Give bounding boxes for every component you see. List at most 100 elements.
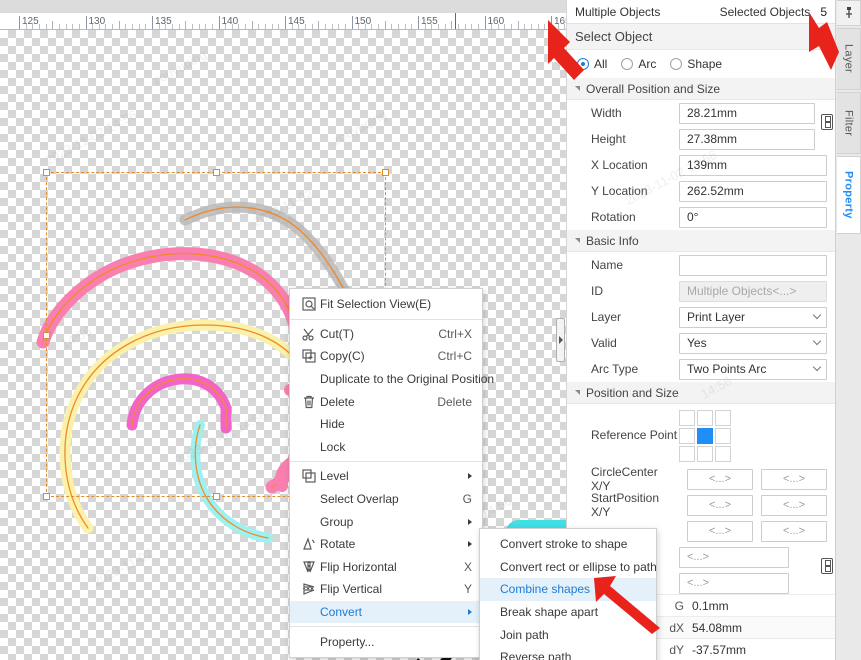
field-row-y-location[interactable]: Y Location 262.52mm: [567, 178, 835, 204]
submenu-item-convert-rect-or-ellipse-to-path[interactable]: Convert rect or ellipse to path: [480, 556, 657, 579]
pair-input-x[interactable]: <...>: [687, 520, 753, 542]
vertical-tabs[interactable]: Layer Filter Property: [836, 28, 861, 234]
menu-item-delete[interactable]: Delete Delete: [290, 390, 482, 413]
radio-all[interactable]: All: [577, 57, 607, 71]
select-arc-type[interactable]: Two Points Arc: [679, 358, 827, 380]
reference-point-grid[interactable]: [679, 410, 731, 462]
reference-point-cell-3[interactable]: [679, 428, 695, 444]
reference-point-cell-1[interactable]: [697, 410, 713, 426]
field-row-x-location[interactable]: X Location 139mm: [567, 152, 835, 178]
field-row-arc-type[interactable]: Arc Type Two Points Arc: [567, 356, 835, 382]
pair-input-y[interactable]: <...>: [761, 468, 827, 490]
submenu-arrow-icon: [468, 518, 472, 525]
wide-input-0[interactable]: <...>: [679, 546, 789, 568]
submenu-item-join-path[interactable]: Join path: [480, 623, 656, 646]
submenu-item-label: Join path: [500, 627, 549, 642]
ruler-minor-tick: [251, 21, 253, 29]
submenu-item-convert-stroke-to-shape[interactable]: Convert stroke to shape: [480, 533, 656, 556]
reference-point-cell-2[interactable]: [715, 410, 731, 426]
menu-item-copy-c[interactable]: Copy(C) Ctrl+C: [290, 345, 482, 368]
field-row-width[interactable]: Width 28.21mm: [567, 100, 835, 130]
reference-point-cell-4[interactable]: [697, 428, 713, 444]
menu-item-select-overlap[interactable]: Select Overlap G: [290, 488, 482, 511]
input-rotation[interactable]: 0°: [679, 206, 827, 228]
select-layer[interactable]: Print Layer: [679, 306, 827, 328]
reference-point-cell-0[interactable]: [679, 410, 695, 426]
pair-row-circlecenter-x-y[interactable]: CircleCenter X/Y <...> <...>: [567, 465, 835, 493]
submenu-arrow-icon: [468, 609, 472, 616]
reference-point-cell-8[interactable]: [715, 446, 731, 462]
selection-handle-sw[interactable]: [43, 493, 50, 500]
input-height[interactable]: 27.38mm: [679, 128, 815, 150]
ruler-tick-label: 135: [155, 16, 172, 27]
right-tab-strip[interactable]: Layer Filter Property: [835, 0, 861, 660]
field-row-id[interactable]: ID Multiple Objects<...>: [567, 278, 835, 304]
field-row-rotation[interactable]: Rotation 0°: [567, 204, 835, 230]
input-name[interactable]: [679, 254, 827, 276]
ruler-minor-tick: [311, 24, 313, 29]
field-row-height[interactable]: Height 27.38mm: [567, 126, 835, 152]
menu-item-cut-t[interactable]: Cut(T) Ctrl+X: [290, 323, 482, 346]
menu-item-lock[interactable]: Lock: [290, 436, 482, 459]
object-type-filter-group[interactable]: All Arc Shape: [567, 50, 835, 78]
menu-item-rotate[interactable]: Rotate: [290, 533, 482, 556]
menu-item-label: Flip Vertical: [320, 582, 383, 597]
ruler-minor-tick: [431, 24, 433, 29]
tab-layer[interactable]: Layer: [837, 28, 861, 90]
reference-point-cell-6[interactable]: [679, 446, 695, 462]
radio-shape[interactable]: Shape: [670, 57, 722, 71]
wide-input-1[interactable]: <...>: [679, 572, 789, 594]
input-x-location[interactable]: 139mm: [679, 154, 827, 176]
selection-handle-s[interactable]: [213, 493, 220, 500]
menu-item-fit-selection-view-e[interactable]: Fit Selection View(E): [290, 293, 482, 316]
horizontal-ruler[interactable]: 125130135140145150155160165: [0, 0, 566, 30]
position-size-heading[interactable]: Position and Size: [567, 382, 835, 404]
reference-point-row[interactable]: Reference Point: [567, 404, 835, 466]
submenu-item-reverse-path[interactable]: Reverse path: [480, 646, 656, 660]
selection-handle-w[interactable]: [43, 332, 50, 339]
field-row-layer[interactable]: Layer Print Layer: [567, 304, 835, 330]
menu-item-flip-horizontal[interactable]: Flip Horizontal X: [290, 556, 482, 579]
pair-row-startposition-x-y[interactable]: StartPosition X/Y <...> <...>: [567, 491, 835, 519]
ruler-minor-tick: [138, 24, 140, 29]
submenu-arrow-icon: [468, 473, 472, 480]
menu-item-duplicate-to-the-original-position[interactable]: Duplicate to the Original Position: [290, 368, 494, 391]
menu-item-group[interactable]: Group: [290, 510, 482, 533]
convert-submenu[interactable]: Convert stroke to shape Convert rect or e…: [479, 528, 657, 660]
selection-handle-nw[interactable]: [43, 169, 50, 176]
ruler-minor-tick: [344, 24, 346, 29]
pin-icon[interactable]: [837, 0, 861, 26]
menu-item-hide[interactable]: Hide: [290, 413, 482, 436]
panel-collapse-handle[interactable]: [556, 318, 565, 362]
context-menu[interactable]: Fit Selection View(E) Cut(T) Ctrl+X Copy(C)…: [289, 288, 494, 658]
pair-input-y[interactable]: <...>: [761, 520, 827, 542]
submenu-item-combine-shapes[interactable]: Combine shapes: [480, 578, 656, 601]
tab-filter[interactable]: Filter: [837, 92, 861, 154]
pair-input-x[interactable]: <...>: [687, 468, 753, 490]
overall-position-size-heading[interactable]: Overall Position and Size: [567, 78, 835, 100]
chevron-left-icon: [558, 336, 563, 344]
pair-input-y[interactable]: <...>: [761, 494, 827, 516]
pair-input-x[interactable]: <...>: [687, 494, 753, 516]
submenu-item-break-shape-apart[interactable]: Break shape apart: [480, 601, 656, 624]
menu-item-level[interactable]: Level: [290, 465, 482, 488]
ruler-tick-label: 160: [487, 16, 505, 27]
field-row-name[interactable]: Name: [567, 252, 835, 278]
basic-info-fields[interactable]: Name ID Multiple Objects<...> Layer Print La…: [567, 252, 835, 382]
reference-point-cell-5[interactable]: [715, 428, 731, 444]
input-width[interactable]: 28.21mm: [679, 102, 815, 124]
selection-handle-n[interactable]: [213, 169, 220, 176]
selection-handle-ne[interactable]: [382, 169, 389, 176]
basic-info-heading[interactable]: Basic Info: [567, 230, 835, 252]
reference-point-cell-7[interactable]: [697, 446, 713, 462]
tab-property[interactable]: Property: [837, 156, 861, 234]
menu-item-convert[interactable]: Convert: [290, 600, 482, 624]
select-object-heading[interactable]: Select Object: [567, 24, 835, 50]
field-row-valid[interactable]: Valid Yes: [567, 330, 835, 356]
menu-item-property[interactable]: Property...: [290, 630, 482, 653]
select-valid[interactable]: Yes: [679, 332, 827, 354]
menu-item-flip-vertical[interactable]: Flip Vertical Y: [290, 578, 482, 601]
overall-position-size-fields[interactable]: Width 28.21mm Height 27.38mm X Location 139mm…: [567, 100, 835, 230]
input-y-location[interactable]: 262.52mm: [679, 180, 827, 202]
radio-arc[interactable]: Arc: [621, 57, 656, 71]
